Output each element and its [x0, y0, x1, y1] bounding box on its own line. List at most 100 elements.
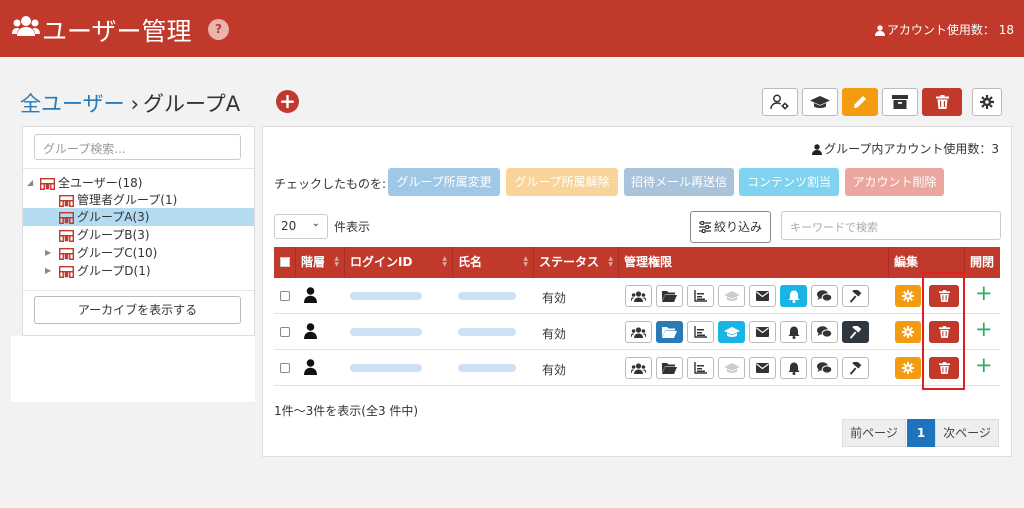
expand-icon[interactable]: ▶	[45, 244, 51, 262]
login-id-redacted	[350, 364, 422, 372]
bar-chart-icon[interactable]	[687, 285, 714, 307]
group-account-usage: グループ内アカウント使用数：3	[812, 140, 999, 157]
tree-item-group-c[interactable]: ▶ グループC(10)	[23, 244, 254, 262]
column-header-label: ステータス	[539, 255, 600, 269]
expand-row-button[interactable]: +	[975, 283, 993, 304]
name-redacted	[458, 364, 516, 372]
course-button[interactable]	[802, 88, 838, 116]
column-header-toggle: 開閉	[965, 247, 1000, 278]
name-redacted	[458, 292, 516, 300]
group-search-input[interactable]: グループ検索...	[34, 134, 241, 160]
per-page-label: 件表示	[334, 220, 371, 234]
bell-icon[interactable]	[780, 285, 807, 307]
sliders-icon	[698, 221, 711, 233]
select-all-checkbox[interactable]	[280, 257, 290, 267]
breadcrumb-root-link[interactable]: 全ユーザー	[20, 92, 125, 116]
change-group-button[interactable]: グループ所属変更	[388, 168, 500, 196]
delete-account-button[interactable]: アカウント削除	[845, 168, 944, 196]
folder-open-icon[interactable]	[656, 357, 683, 379]
column-header-name[interactable]: 氏名 ▲ ▼	[453, 247, 534, 278]
users-icon[interactable]	[625, 357, 652, 379]
envelope-icon[interactable]	[749, 285, 776, 307]
folder-open-icon[interactable]	[656, 321, 683, 343]
bell-icon[interactable]	[780, 321, 807, 343]
tree-item-group-a[interactable]: グループA(3)	[23, 208, 254, 226]
gavel-icon[interactable]	[842, 321, 869, 343]
chevron-down-icon: ⌄	[311, 218, 320, 229]
row-checkbox[interactable]	[280, 327, 290, 337]
login-id-redacted	[350, 292, 422, 300]
group-icon	[58, 265, 75, 283]
tree-item-label: グループC(10)	[77, 246, 158, 260]
edit-user-button[interactable]	[895, 285, 921, 307]
edit-user-button[interactable]	[895, 357, 921, 379]
tree-item-all-users[interactable]: ◢ 全ユーザー(18)	[23, 174, 254, 192]
graduation-cap-icon[interactable]	[718, 357, 745, 379]
filter-button[interactable]: 絞り込み	[690, 211, 771, 243]
expand-icon[interactable]: ▶	[45, 262, 51, 280]
tree-item-group-d[interactable]: ▶ グループD(1)	[23, 262, 254, 280]
help-icon[interactable]: ?	[208, 19, 229, 40]
next-page-button[interactable]: 次ページ	[935, 419, 999, 447]
user-icon	[304, 323, 317, 342]
settings-button[interactable]	[972, 88, 1002, 116]
filter-button-label: 絞り込み	[713, 220, 762, 234]
column-header-permissions: 管理権限	[619, 247, 889, 278]
collapse-icon[interactable]: ◢	[27, 174, 33, 192]
gear-icon	[902, 362, 914, 374]
assign-content-button[interactable]: コンテンツ割当	[739, 168, 839, 196]
row-checkbox[interactable]	[280, 363, 290, 373]
prev-page-button[interactable]: 前ページ	[842, 419, 906, 447]
show-archive-button[interactable]: アーカイブを表示する	[34, 296, 241, 324]
user-icon	[304, 359, 317, 378]
column-header-label: 編集	[894, 255, 919, 269]
users-icon[interactable]	[625, 321, 652, 343]
per-page-value: 20	[281, 219, 297, 233]
table-row: 有効 +	[274, 350, 1000, 386]
result-summary: 1件〜3件を表示(全3 件中)	[274, 404, 419, 418]
name-redacted	[458, 328, 516, 336]
pencil-icon	[854, 96, 866, 108]
tree-item-admin-group[interactable]: 管理者グループ(1)	[23, 191, 254, 209]
column-header-login-id[interactable]: ログインID ▲ ▼	[345, 247, 453, 278]
column-header-level[interactable]: 階層 ▲ ▼	[296, 247, 345, 278]
keyword-search-input[interactable]: キーワードで検索	[781, 211, 1001, 240]
account-usage-label: アカウント使用数：	[886, 23, 995, 37]
resend-invite-button[interactable]: 招待メール再送信	[624, 168, 734, 196]
comments-icon[interactable]	[811, 321, 838, 343]
account-usage-count: 18	[998, 23, 1014, 37]
gavel-icon[interactable]	[842, 285, 869, 307]
graduation-cap-icon[interactable]	[718, 321, 745, 343]
users-icon[interactable]	[625, 285, 652, 307]
user-settings-button[interactable]	[762, 88, 798, 116]
folder-open-icon[interactable]	[656, 285, 683, 307]
expand-row-button[interactable]: +	[975, 355, 993, 376]
archive-button[interactable]	[882, 88, 918, 116]
table-row: 有効 +	[274, 314, 1000, 350]
page-title: ユーザー管理	[42, 17, 192, 46]
edit-user-button[interactable]	[895, 321, 921, 343]
delete-group-button[interactable]	[922, 88, 962, 116]
gavel-icon[interactable]	[842, 357, 869, 379]
graduation-cap-icon[interactable]	[718, 285, 745, 307]
page-1-button[interactable]: 1	[907, 419, 935, 447]
row-checkbox[interactable]	[280, 291, 290, 301]
envelope-icon[interactable]	[749, 357, 776, 379]
add-group-button[interactable]: +	[276, 90, 299, 113]
expand-row-button[interactable]: +	[975, 319, 993, 340]
comments-icon[interactable]	[811, 285, 838, 307]
bar-chart-icon[interactable]	[687, 357, 714, 379]
edit-button[interactable]	[842, 88, 878, 116]
bell-icon[interactable]	[780, 357, 807, 379]
comments-icon[interactable]	[811, 357, 838, 379]
gear-icon	[980, 95, 994, 109]
tree-item-group-b[interactable]: グループB(3)	[23, 226, 254, 244]
remove-from-group-button[interactable]: グループ所属解除	[506, 168, 618, 196]
graduation-cap-icon	[810, 96, 830, 108]
per-page-select[interactable]: 20 ⌄	[274, 214, 328, 239]
column-header-status[interactable]: ステータス ▲ ▼	[534, 247, 619, 278]
sidebar-footer	[11, 336, 255, 402]
group-account-usage-label: グループ内アカウント使用数：3	[824, 142, 999, 156]
envelope-icon[interactable]	[749, 321, 776, 343]
bar-chart-icon[interactable]	[687, 321, 714, 343]
